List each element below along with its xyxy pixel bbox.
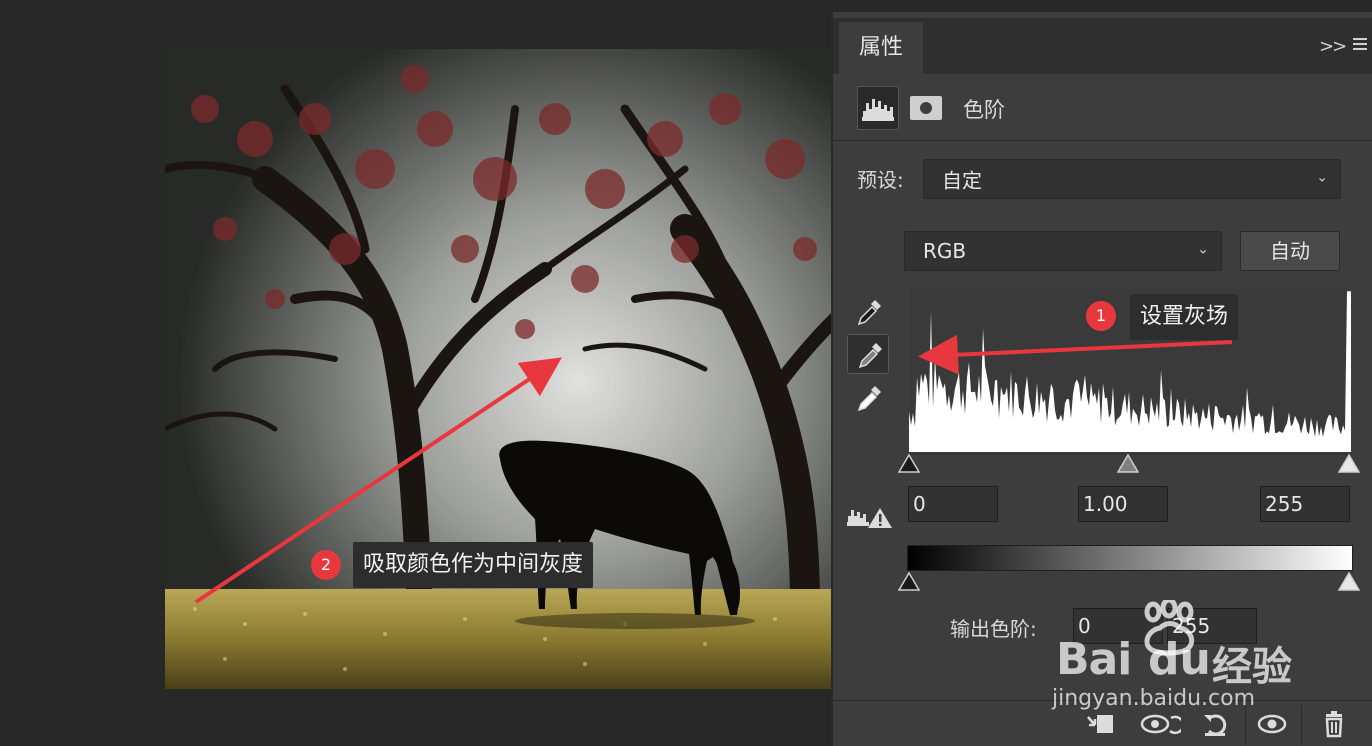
step1-badge: 1 [1086,301,1116,331]
step2-callout: 吸取颜色作为中间灰度 [353,542,594,588]
step1-callout: 设置灰场 [1130,294,1239,340]
watermark-bai: Bai [1056,634,1132,685]
watermark-du: du [1148,634,1211,685]
photoshop-workspace: 属性 >> 色阶 预设: 自定 ⌄ RGB ⌄ 自动 0 1.00 255 输出… [0,0,1372,746]
step2-badge: 2 [311,550,341,580]
watermark-domain: jingyan.baidu.com [1052,686,1256,711]
watermark-jingyan: 经验 [1212,644,1292,690]
baidu-jingyan-watermark: Bai du 经验 jingyan.baidu.com [1020,600,1340,720]
